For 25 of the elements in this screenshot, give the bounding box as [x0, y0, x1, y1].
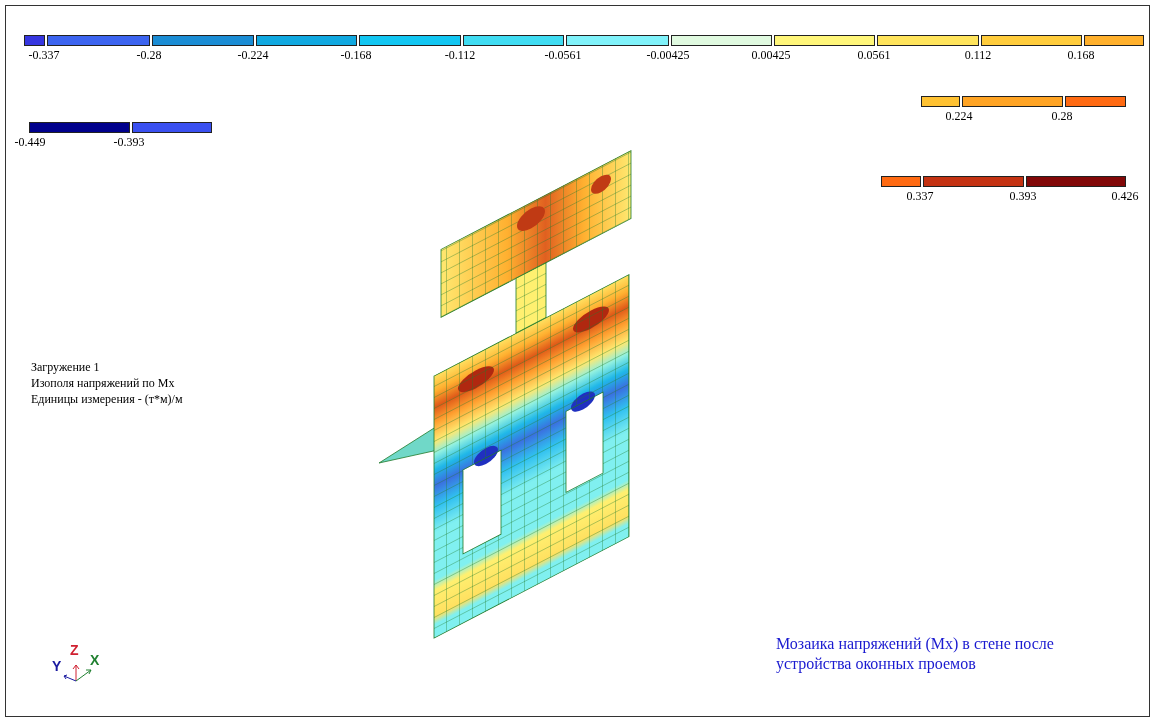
legend-value: -0.449: [14, 135, 46, 149]
legend-value: 0.337: [906, 189, 934, 203]
legend-value: -0.224: [237, 48, 269, 62]
legend-value: 0.00425: [751, 48, 791, 62]
caption-text: Мозаика напряжений (Mx) в стене после устройства оконных проемов: [776, 634, 1055, 674]
info-text: Изополя напряжений по Mx: [31, 375, 176, 391]
legend-value: -0.112: [444, 48, 476, 62]
legend-value: 0.224: [945, 109, 973, 123]
legend-value: -0.393: [113, 135, 145, 149]
axis-label: X: [90, 653, 100, 667]
legend-value: 0.28: [1051, 109, 1073, 123]
legend-value: 0.0561: [857, 48, 891, 62]
info-text: Единицы измерения - (т*м)/м: [31, 391, 183, 407]
legend-value: -0.28: [136, 48, 162, 62]
legend-value: -0.0561: [544, 48, 582, 62]
info-text: Загружение 1: [31, 359, 101, 375]
legend-value: 0.112: [964, 48, 992, 62]
legend-value: 0.393: [1009, 189, 1037, 203]
legend-value: 0.168: [1067, 48, 1095, 62]
legend-value: -0.00425: [646, 48, 690, 62]
legend-value: -0.337: [28, 48, 60, 62]
axis-label: Z: [70, 643, 79, 657]
legend-value: -0.168: [340, 48, 372, 62]
axis-label: Y: [52, 659, 62, 673]
legend-value: 0.426: [1111, 189, 1139, 203]
